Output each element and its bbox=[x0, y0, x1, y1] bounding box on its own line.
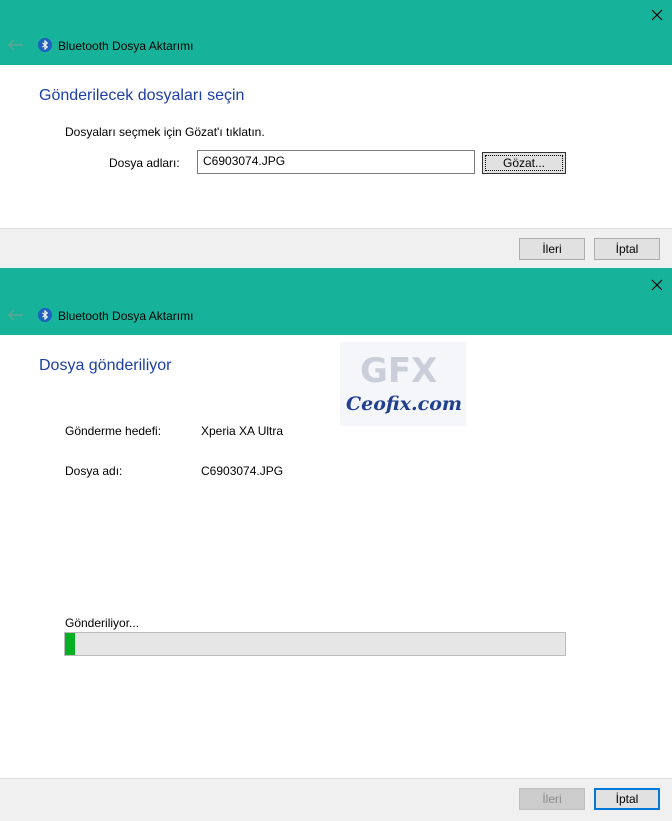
close-button[interactable] bbox=[642, 270, 672, 300]
cancel-button[interactable]: İptal bbox=[594, 788, 660, 810]
watermark-site-text: Ceofix.com bbox=[346, 393, 462, 415]
page-heading: Dosya gönderiliyor bbox=[39, 357, 172, 374]
cancel-button[interactable]: İptal bbox=[594, 238, 660, 260]
back-arrow-icon bbox=[8, 309, 23, 321]
watermark-logo: GFX Ceofix.com bbox=[340, 342, 466, 426]
file-name-label: Dosya adı: bbox=[65, 464, 123, 478]
target-label: Gönderme hedefi: bbox=[65, 424, 162, 438]
close-button[interactable] bbox=[642, 0, 672, 30]
dialog-footer: İleri İptal bbox=[0, 778, 672, 821]
status-text: Gönderiliyor... bbox=[65, 616, 140, 630]
file-name-value: C6903074.JPG bbox=[201, 464, 284, 478]
page-heading: Gönderilecek dosyaları seçin bbox=[39, 87, 245, 104]
back-button[interactable] bbox=[6, 35, 26, 55]
sending-dialog: Bluetooth Dosya Aktarımı Dosya gönderili… bbox=[0, 268, 672, 821]
window-title: Bluetooth Dosya Aktarımı bbox=[58, 39, 194, 53]
next-button[interactable]: İleri bbox=[519, 238, 585, 260]
progress-bar bbox=[64, 632, 566, 656]
watermark-logo-text: GFX bbox=[360, 351, 437, 391]
dialog-footer: İleri İptal bbox=[0, 228, 672, 269]
browse-button[interactable]: Gözat... bbox=[482, 152, 566, 174]
close-icon bbox=[651, 9, 663, 21]
bluetooth-icon bbox=[38, 38, 52, 52]
instruction-text: Dosyaları seçmek için Gözat'ı tıklatın. bbox=[65, 125, 265, 139]
back-arrow-icon bbox=[8, 39, 23, 51]
progress-fill bbox=[65, 633, 75, 655]
file-selection-dialog: Bluetooth Dosya Aktarımı Gönderilecek do… bbox=[0, 0, 672, 269]
next-button[interactable]: İleri bbox=[519, 788, 585, 810]
close-icon bbox=[651, 279, 663, 291]
file-names-input[interactable]: C6903074.JPG bbox=[197, 150, 475, 174]
title-bar: Bluetooth Dosya Aktarımı bbox=[0, 0, 672, 65]
window-title: Bluetooth Dosya Aktarımı bbox=[58, 309, 194, 323]
bluetooth-icon bbox=[38, 308, 52, 322]
file-names-label: Dosya adları: bbox=[109, 156, 180, 170]
target-value: Xperia XA Ultra bbox=[201, 424, 284, 438]
title-bar: Bluetooth Dosya Aktarımı bbox=[0, 268, 672, 335]
back-button[interactable] bbox=[6, 305, 26, 325]
